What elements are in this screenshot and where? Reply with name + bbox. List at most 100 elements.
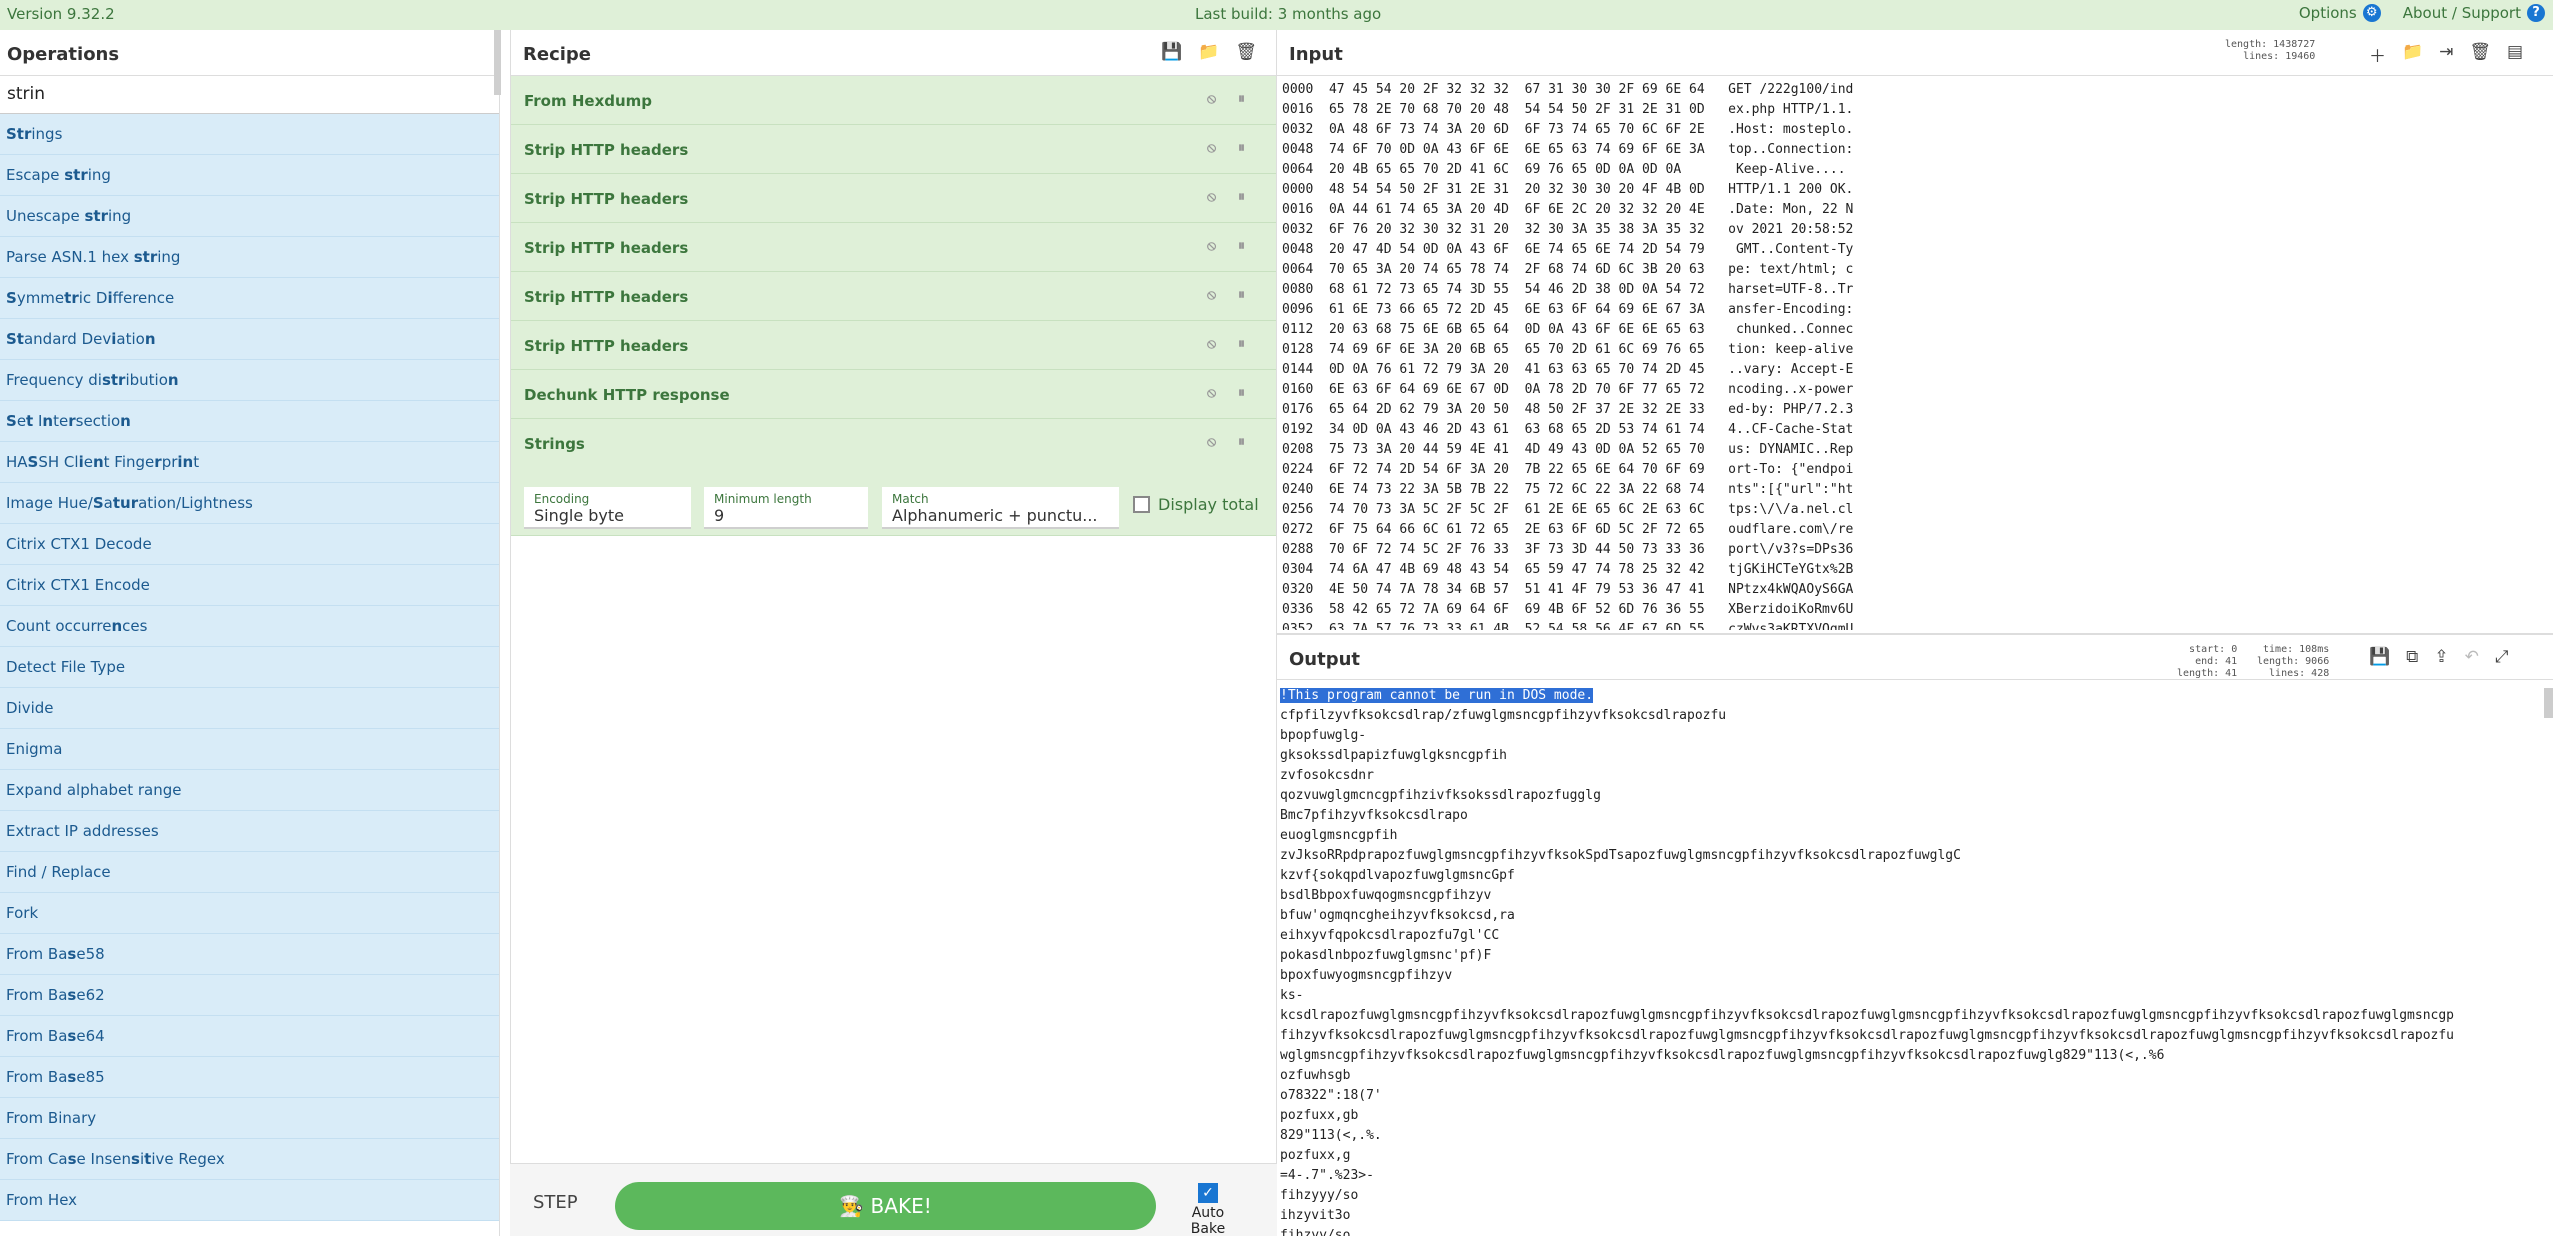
output-scrollbar[interactable] xyxy=(2544,688,2553,718)
recipe-operation[interactable]: Dechunk HTTP response ⦸ ⏸ xyxy=(511,370,1276,419)
operation-item[interactable]: From Hex xyxy=(0,1180,499,1221)
display-total-checkbox[interactable]: Display total xyxy=(1133,495,1259,514)
operation-item[interactable]: Expand alphabet range xyxy=(0,770,499,811)
save-output-icon[interactable]: 💾 xyxy=(2369,647,2390,667)
operation-item[interactable]: Count occurrences xyxy=(0,606,499,647)
open-folder-icon[interactable]: 📁 xyxy=(2402,42,2423,67)
output-line: !This program cannot be run in DOS mode. xyxy=(1280,686,2548,706)
operation-item[interactable]: From Base85 xyxy=(0,1057,499,1098)
breakpoint-icon[interactable]: ⏸ xyxy=(1238,91,1245,107)
hexdump-line: 0256 74 70 73 3A 5C 2F 5C 2F 61 2E 6E 65… xyxy=(1282,502,1854,517)
operation-item-text: Citrix CTX1 Encode xyxy=(6,576,150,594)
operation-item[interactable]: Extract IP addresses xyxy=(0,811,499,852)
output-line: bsdlBbpoxfuwqogmsncgpfihzyv xyxy=(1280,888,1492,903)
disable-icon[interactable]: ⦸ xyxy=(1207,287,1216,303)
help-icon[interactable]: ? xyxy=(2527,4,2545,22)
output-line: kzvf{sokqpdlvapozfuwglgmsncGpf xyxy=(1280,868,1515,883)
operation-item[interactable]: Detect File Type xyxy=(0,647,499,688)
operations-scrollbar[interactable] xyxy=(494,30,501,95)
breakpoint-icon[interactable]: ⏸ xyxy=(1238,434,1245,450)
breakpoint-icon[interactable]: ⏸ xyxy=(1238,140,1245,156)
clear-input-icon[interactable]: 🗑 xyxy=(2469,42,2491,67)
save-recipe-icon[interactable]: 💾 xyxy=(1161,42,1182,62)
checkbox-unchecked-icon[interactable] xyxy=(1133,496,1150,513)
maximise-icon[interactable]: ⤢ xyxy=(2495,647,2509,667)
operation-item-text: str xyxy=(133,248,158,266)
output-line: bfuw'ogmqncgheihzyvfksokcsd,ra xyxy=(1280,908,1515,923)
open-file-icon[interactable]: ⇥ xyxy=(2439,42,2453,67)
output-line: ozfuwhsgb xyxy=(1280,1068,1351,1083)
operation-item[interactable]: Set Intersection xyxy=(0,401,499,442)
options-link[interactable]: Options xyxy=(2299,4,2357,22)
step-button[interactable]: STEP xyxy=(533,1192,578,1213)
operation-item[interactable]: Escape string xyxy=(0,155,499,196)
operation-item[interactable]: Image Hue/Saturation/Lightness xyxy=(0,483,499,524)
operation-item[interactable]: Enigma xyxy=(0,729,499,770)
operation-item[interactable]: Citrix CTX1 Decode xyxy=(0,524,499,565)
gear-icon[interactable]: ⚙ xyxy=(2362,4,2381,22)
encoding-select[interactable]: Encoding Single byte xyxy=(524,487,691,529)
replace-input-icon[interactable]: ⇪ xyxy=(2434,647,2448,667)
operation-item[interactable]: Strings xyxy=(0,114,499,155)
recipe-operation[interactable]: Strings ⦸ ⏸ Encoding Single byte Minimum leng… xyxy=(511,419,1276,536)
hexdump-line: 0160 6E 63 6F 64 69 6E 67 0D 0A 78 2D 70… xyxy=(1282,382,1854,397)
operation-item[interactable]: From Base58 xyxy=(0,934,499,975)
recipe-operation[interactable]: Strip HTTP headers ⦸ ⏸ xyxy=(511,223,1276,272)
input-text-area[interactable]: 0000 47 45 54 20 2F 32 32 32 67 31 30 30… xyxy=(1282,80,1853,630)
minimum-length-input[interactable]: Minimum length 9 xyxy=(704,487,868,529)
output-text-area[interactable]: !This program cannot be run in DOS mode.… xyxy=(1280,686,2548,1236)
hexdump-line: 0352 63 7A 57 76 73 33 61 4B 52 54 58 56… xyxy=(1282,622,1854,630)
operation-item[interactable]: Frequency distribution xyxy=(0,360,499,401)
disable-icon[interactable]: ⦸ xyxy=(1207,385,1216,401)
disable-icon[interactable]: ⦸ xyxy=(1207,91,1216,107)
operation-item-text: e xyxy=(83,453,93,471)
operation-item-text: From Binary xyxy=(6,1109,97,1127)
operations-search-input[interactable]: strin xyxy=(0,76,499,114)
recipe-operation[interactable]: Strip HTTP headers ⦸ ⏸ xyxy=(511,125,1276,174)
operation-item[interactable]: From Base62 xyxy=(0,975,499,1016)
operation-item[interactable]: HASSH Client Fingerprint xyxy=(0,442,499,483)
operation-item-text: From Ba xyxy=(6,1068,68,1086)
about-support-link[interactable]: About / Support xyxy=(2403,4,2521,22)
operation-item[interactable]: Fork xyxy=(0,893,499,934)
operation-item-text: e64 xyxy=(76,1027,105,1045)
recipe-operation[interactable]: Strip HTTP headers ⦸ ⏸ xyxy=(511,321,1276,370)
recipe-operation[interactable]: Strip HTTP headers ⦸ ⏸ xyxy=(511,174,1276,223)
reset-layout-icon[interactable]: ▤ xyxy=(2507,42,2523,67)
breakpoint-icon[interactable]: ⏸ xyxy=(1238,238,1245,254)
operation-item[interactable]: Divide xyxy=(0,688,499,729)
operation-item[interactable]: From Binary xyxy=(0,1098,499,1139)
breakpoint-icon[interactable]: ⏸ xyxy=(1238,336,1245,352)
operation-item[interactable]: Unescape string xyxy=(0,196,499,237)
disable-icon[interactable]: ⦸ xyxy=(1207,238,1216,254)
disable-icon[interactable]: ⦸ xyxy=(1207,140,1216,156)
clear-recipe-icon[interactable]: 🗑 xyxy=(1235,42,1257,62)
checkbox-checked-icon[interactable]: ✓ xyxy=(1198,1183,1218,1203)
load-recipe-icon[interactable]: 📁 xyxy=(1198,42,1219,62)
output-end: end: 41 xyxy=(2195,656,2238,667)
disable-icon[interactable]: ⦸ xyxy=(1207,336,1216,352)
add-input-tab-icon[interactable]: ＋ xyxy=(2369,42,2386,67)
operation-item[interactable]: Parse ASN.1 hex string xyxy=(0,237,499,278)
operation-item-text: S xyxy=(92,494,104,512)
breakpoint-icon[interactable]: ⏸ xyxy=(1238,385,1245,401)
breakpoint-icon[interactable]: ⏸ xyxy=(1238,189,1245,205)
recipe-operation[interactable]: From Hexdump ⦸ ⏸ xyxy=(511,76,1276,125)
operation-item[interactable]: Symmetric Difference xyxy=(0,278,499,319)
operation-item[interactable]: From Base64 xyxy=(0,1016,499,1057)
auto-bake-toggle[interactable]: ✓ Auto Bake xyxy=(1180,1179,1236,1237)
disable-icon[interactable]: ⦸ xyxy=(1207,189,1216,205)
disable-icon[interactable]: ⦸ xyxy=(1207,434,1216,450)
bake-button[interactable]: 👨‍🍳 BAKE! xyxy=(615,1182,1156,1230)
match-select[interactable]: Match Alphanumeric + punctu... xyxy=(882,487,1119,529)
recipe-operation[interactable]: Strip HTTP headers ⦸ ⏸ xyxy=(511,272,1276,321)
operation-item[interactable]: From Case Insensitive Regex xyxy=(0,1139,499,1180)
operation-item[interactable]: Citrix CTX1 Encode xyxy=(0,565,499,606)
operation-item-text: in xyxy=(177,453,194,471)
copy-output-icon[interactable]: ⧉ xyxy=(2406,647,2418,667)
operation-item[interactable]: Find / Replace xyxy=(0,852,499,893)
last-build-label[interactable]: Last build: 3 months ago xyxy=(1195,5,1381,23)
undo-icon[interactable]: ↶ xyxy=(2465,647,2479,667)
operation-item[interactable]: Standard Deviation xyxy=(0,319,499,360)
breakpoint-icon[interactable]: ⏸ xyxy=(1238,287,1245,303)
